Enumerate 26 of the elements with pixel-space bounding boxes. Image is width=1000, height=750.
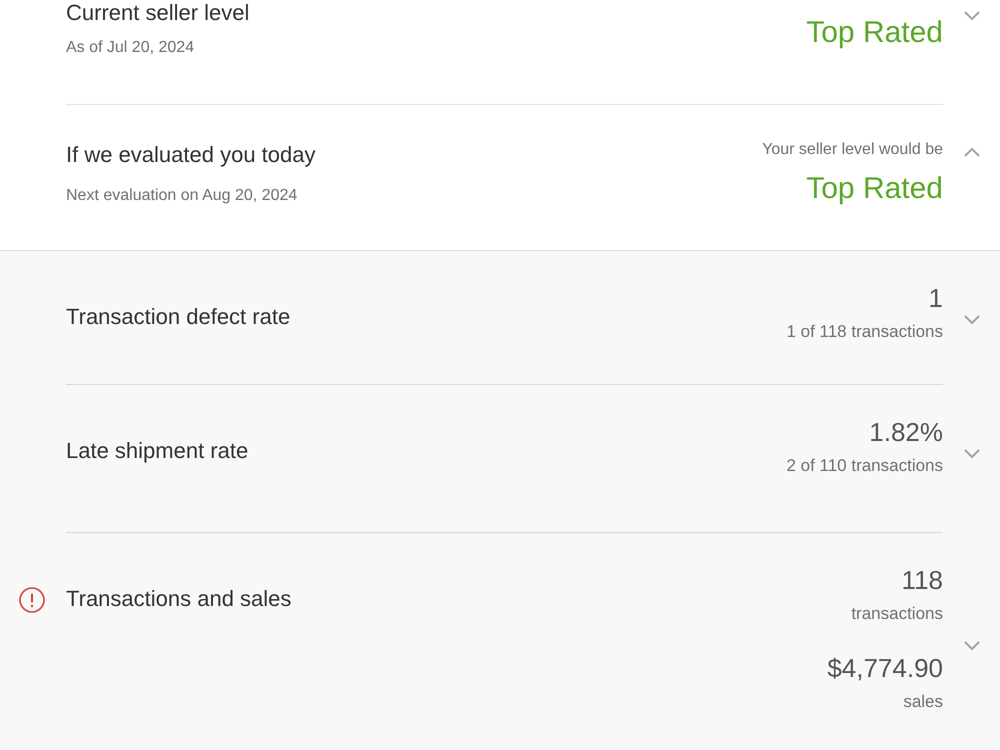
metric-label: Transaction defect rate xyxy=(66,304,290,330)
level-value: Top Rated xyxy=(806,16,943,50)
metric-label: Late shipment rate xyxy=(66,438,248,464)
metric-value: $4,774.90 xyxy=(827,652,943,684)
metric-value: 1.82% xyxy=(869,416,943,448)
section-title: Current seller level xyxy=(66,0,250,26)
metric-row[interactable]: Transaction defect rate 1 1 of 118 transactions xyxy=(66,251,943,385)
chevron-down-icon[interactable] xyxy=(964,11,980,21)
chevron-down-icon[interactable] xyxy=(964,449,980,459)
chevron-down-icon[interactable] xyxy=(964,315,980,325)
metric-label: Transactions and sales xyxy=(66,586,292,612)
level-caption: Your seller level would be xyxy=(762,140,943,160)
metric-caption: 1 of 118 transactions xyxy=(786,321,943,343)
level-value: Top Rated xyxy=(806,172,943,206)
date-text: Next evaluation on Aug 20, 2024 xyxy=(66,186,298,206)
metric-caption: 2 of 110 transactions xyxy=(786,455,943,477)
metric-caption: sales xyxy=(903,691,943,713)
chevron-down-icon[interactable] xyxy=(964,640,980,650)
metric-value: 1 xyxy=(928,282,943,314)
chevron-up-icon[interactable] xyxy=(964,147,980,157)
date-text: As of Jul 20, 2024 xyxy=(66,38,196,58)
metric-caption: transactions xyxy=(851,603,943,625)
section-title: If we evaluated you today xyxy=(66,142,316,168)
metric-value: 118 xyxy=(902,564,943,596)
metric-row[interactable]: Transactions and sales 118 transactions $4,774.90 sales xyxy=(66,533,943,750)
metric-row[interactable]: Late shipment rate 1.82% 2 of 110 transactions xyxy=(66,385,943,533)
